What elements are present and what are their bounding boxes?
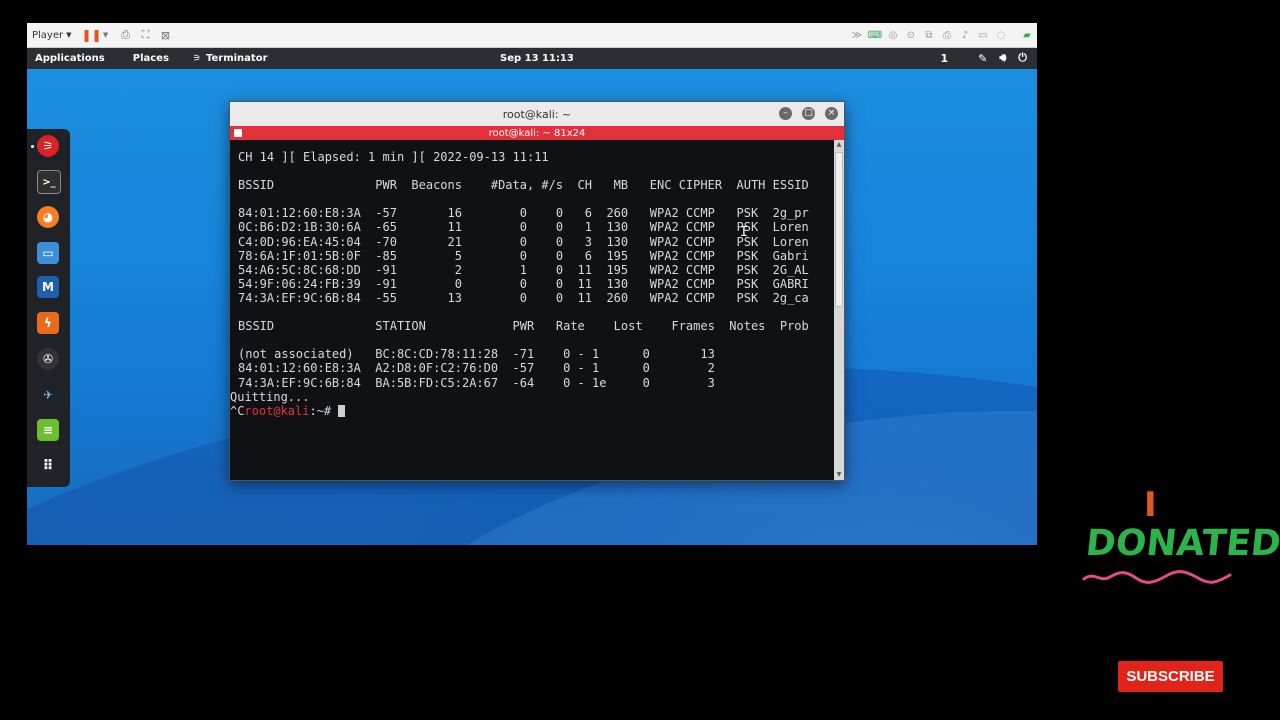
minimize-icon[interactable]: – [779,107,792,120]
fit-guest-icon[interactable]: ⛶ [140,28,152,41]
close-icon[interactable]: × [825,107,838,120]
station-row: (not associated) BC:8C:CD:78:11:28 -71 0… [238,347,715,362]
prompt-line[interactable]: ^Croot@kali:~# [230,404,832,418]
wireshark-icon[interactable]: ✈ [37,384,59,406]
player-toolbar: Player ▼ ❚❚ ▼ ⎙ ⛶ ⊠ ≫ ⌨ ◎ ⊙ ⧉ ⎙ ♪ ▭ ◌ ▰ [27,23,1037,48]
cd-icon[interactable]: ◎ [887,29,899,41]
prompt-user: root@kali [244,403,310,418]
maltego-icon[interactable]: ✇ [37,348,59,370]
terminal-tab-title: root@kali: ~ 81x24 [488,127,586,139]
chevron-right-icon[interactable]: ≫ [851,29,863,41]
metasploit-icon[interactable]: M [37,276,59,298]
terminator-icon[interactable]: ⚞ [37,135,59,157]
running-indicator [31,145,34,148]
window-titlebar[interactable]: root@kali: ~ – □ × [230,102,844,126]
station-row: 74:3A:EF:9C:6B:84 BA:5B:FD:C5:2A:67 -64 … [238,375,715,390]
ap-row: 54:9F:06:24:FB:39 -91 0 0 0 11 130 WPA2 … [238,276,809,291]
scroll-down-icon[interactable]: ▼ [835,471,843,479]
applications-menu[interactable]: Applications [35,53,105,64]
guest-desktop: Applications Places ⚞ Terminator Sep 13 … [27,48,1037,545]
station-table-header: BSSID STATION PWR Rate Lost Frames Notes… [238,319,809,334]
screenshot-icon[interactable]: ✎ [978,52,987,65]
message-icon[interactable]: ▰ [1021,29,1033,41]
dock: ⚞ >_ ◕ ▭ M ϟ ✇ ✈ ≡ ⠿ [27,129,70,487]
printer-icon[interactable]: ⎙ [941,29,953,41]
ap-row: 54:A6:5C:8C:68:DD -91 2 1 0 11 195 WPA2 … [238,262,809,277]
scroll-up-icon[interactable]: ▲ [835,141,843,149]
power-icon[interactable]: ⏻ [1018,51,1027,65]
terminator-icon: ⚞ [192,53,201,64]
scrollbar-thumb[interactable] [835,152,843,307]
terminal-output[interactable]: CH 14 ][ Elapsed: 1 min ][ 2022-09-13 11… [230,140,832,480]
active-app-label: Terminator [206,53,268,64]
display-icon[interactable]: ▭ [977,29,989,41]
terminal-icon[interactable]: >_ [37,170,61,194]
ibeam-mouse-icon: I [740,225,748,240]
network-icon[interactable]: ⧉ [923,29,935,41]
blank-line [230,192,832,206]
usb-icon[interactable]: ⌨ [868,29,882,41]
usb2-icon[interactable]: ◌ [995,29,1007,41]
prompt-suffix: :~# [309,403,339,418]
player-menu-label: Player [32,29,64,41]
ap-table-header: BSSID PWR Beacons #Data, #/s CH MB ENC C… [238,178,809,193]
terminal-cursor [338,404,346,417]
places-menu[interactable]: Places [133,53,169,64]
donated-text: DONATED [1083,523,1280,564]
station-row: 84:01:12:60:E8:3A A2:D8:0F:C2:76:D0 -57 … [238,361,715,376]
terminal-tab-bar[interactable]: root@kali: ~ 81x24 [230,126,844,140]
player-menu[interactable]: Player ▼ [32,30,72,41]
text-editor-icon[interactable]: ≡ [37,419,59,441]
ap-row: 84:01:12:60:E8:3A -57 16 0 0 6 260 WPA2 … [238,206,809,221]
gnome-top-bar: Applications Places ⚞ Terminator Sep 13 … [27,48,1037,69]
terminal-scrollbar[interactable]: ▲ ▼ [834,140,844,480]
clock[interactable]: Sep 13 11:13 [500,53,574,64]
sound-icon[interactable]: ♪ [959,29,971,41]
blank-line [230,333,832,347]
ap-row: 74:3A:EF:9C:6B:84 -55 13 0 0 11 260 WPA2… [238,290,809,305]
power-icon[interactable]: ⊙ [905,29,917,41]
active-app-menu[interactable]: ⚞ Terminator [193,53,268,64]
send-ctrl-alt-del-icon[interactable]: ⎙ [120,28,132,41]
blank-line [230,164,832,178]
device-icons: ≫ ⌨ ◎ ⊙ ⧉ ⎙ ♪ ▭ ◌ ▰ [845,29,1033,41]
donated-i-text: I [1144,485,1157,525]
app-grid-icon[interactable]: ⠿ [37,455,59,477]
quit-line: Quitting... [230,389,310,404]
system-tray: 1 ✎ 🔊︎ ⏻ [940,51,1027,65]
tab-group-icon[interactable] [234,129,242,137]
ap-row: 78:6A:1F:01:5B:0F -85 5 0 0 6 195 WPA2 C… [238,248,809,263]
donated-graphic: I DONATED [1080,485,1280,595]
blank-line [230,305,832,319]
volume-icon[interactable]: 🔊︎ [999,51,1006,65]
files-icon[interactable]: ▭ [37,242,59,264]
chevron-down-icon[interactable]: ▼ [100,29,112,41]
chevron-down-icon: ▼ [66,31,72,39]
scan-header-line: CH 14 ][ Elapsed: 1 min ][ 2022-09-13 11… [238,150,549,164]
maximize-icon[interactable]: □ [802,107,815,120]
interrupt-text: ^C [230,403,245,418]
pause-icon[interactable]: ❚❚ [81,28,101,42]
terminal-window[interactable]: root@kali: ~ – □ × root@kali: ~ 81x24 CH… [229,101,845,481]
scribble-underline-icon [1082,570,1232,584]
window-title: root@kali: ~ [502,107,572,121]
subscribe-button[interactable]: SUBSCRIBE [1118,661,1223,692]
burpsuite-icon[interactable]: ϟ [37,312,59,334]
unity-icon[interactable]: ⊠ [160,29,172,42]
workspace-indicator[interactable]: 1 [940,52,948,65]
firefox-icon[interactable]: ◕ [37,206,59,228]
